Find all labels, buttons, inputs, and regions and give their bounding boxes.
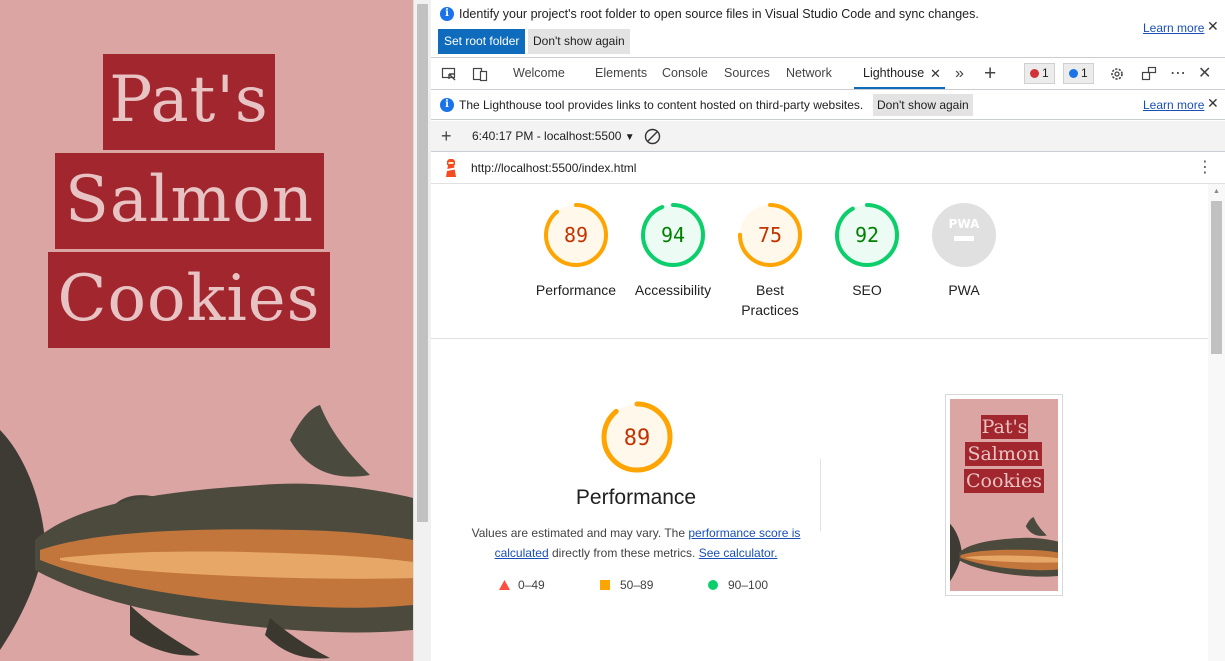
gauge-seo-value: 92	[855, 223, 879, 247]
report-url: http://localhost:5500/index.html	[471, 161, 637, 175]
new-report-icon[interactable]: +	[441, 126, 452, 146]
page-preview: Pat's Salmon Cookies	[0, 0, 413, 661]
performance-title: Performance	[575, 486, 697, 509]
see-calculator-link[interactable]: See calculator.	[699, 546, 778, 560]
report-scrollbar-thumb[interactable]	[1211, 201, 1222, 354]
performance-description: Values are estimated and may vary. The p…	[471, 526, 801, 560]
close-icon[interactable]: ✕	[1207, 95, 1219, 112]
devtools-panel: i Identify your project's root folder to…	[431, 0, 1225, 661]
tab-sources[interactable]: Sources	[724, 58, 770, 89]
lighthouse-toolbar: + 6:40:17 PM - localhost:5500 ▼	[431, 121, 1225, 152]
report-url-bar: http://localhost:5500/index.html ⋮	[431, 152, 1225, 184]
fail-triangle-icon	[499, 580, 510, 590]
lighthouse-report: 89 Performance 94 Accessibility 75 Best Pract…	[431, 184, 1208, 661]
tab-network[interactable]: Network	[786, 58, 832, 89]
close-icon[interactable]: ✕	[1207, 18, 1219, 35]
vscode-infobar: i Identify your project's root folder to…	[431, 0, 1225, 58]
score-gauge-seo[interactable]: 92 SEO	[817, 202, 917, 300]
gauge-pwa-ring: PWA	[932, 203, 996, 267]
report-menu-icon[interactable]: ⋮	[1197, 158, 1213, 178]
score-label-performance: Performance	[535, 282, 617, 298]
divider	[820, 459, 821, 531]
score-gauge-accessibility[interactable]: 94 Accessibility	[623, 202, 723, 300]
learn-more-link[interactable]: Learn more	[1143, 98, 1204, 112]
legend-fail: 0–49	[499, 578, 545, 592]
dropdown-arrow-icon: ▼	[624, 132, 635, 143]
report-selector[interactable]: 6:40:17 PM - localhost:5500 ▼	[472, 129, 635, 143]
devtools-tabbar: Welcome Elements Console Sources Network…	[431, 58, 1225, 90]
thumb-title-line-1: Pat's	[981, 415, 1028, 439]
tab-console[interactable]: Console	[662, 58, 708, 89]
performance-large-ring: 89	[601, 401, 673, 473]
thumb-title-line-3: Cookies	[964, 469, 1044, 493]
gauge-pwa-badge-text: PWA	[949, 217, 980, 231]
clear-all-icon[interactable]	[644, 128, 661, 145]
gauge-pwa-na-dash	[954, 236, 974, 241]
gauge-best-practices-value: 75	[758, 223, 782, 247]
gauge-performance-value: 89	[564, 223, 588, 247]
lighthouse-infobar: i The Lighthouse tool provides links to …	[431, 91, 1225, 120]
info-icon: i	[440, 98, 454, 112]
title-line-1: Pat's	[103, 54, 275, 150]
gauge-accessibility-value: 94	[661, 223, 685, 247]
add-tab-icon[interactable]: +	[984, 58, 996, 89]
legend-average: 50–89	[600, 578, 653, 592]
pass-circle-icon	[708, 580, 718, 590]
close-tab-icon[interactable]: ✕	[930, 58, 941, 89]
customize-icon[interactable]	[1141, 66, 1157, 82]
title-line-2: Salmon	[55, 153, 324, 249]
score-label-accessibility: Accessibility	[634, 282, 712, 298]
legend-pass: 90–100	[708, 578, 768, 592]
issues-badge[interactable]: 1	[1063, 63, 1094, 84]
set-root-folder-button[interactable]: Set root folder	[438, 29, 526, 54]
average-square-icon	[600, 580, 610, 590]
gauge-seo-ring: 92	[835, 203, 899, 267]
title-line-3: Cookies	[48, 252, 330, 348]
more-tabs-icon[interactable]: »	[955, 58, 964, 89]
lighthouse-logo-icon	[446, 159, 456, 177]
performance-gauge-large: 89	[572, 400, 702, 477]
score-label-best-practices: Best Practices	[741, 282, 799, 318]
report-scrollbar[interactable]: ▲	[1208, 184, 1225, 661]
score-label-seo: SEO	[852, 282, 882, 298]
final-screenshot-thumbnail[interactable]: Pat's Salmon Cookies	[945, 394, 1063, 596]
page-scrollbar[interactable]	[413, 0, 431, 661]
tab-welcome[interactable]: Welcome	[513, 58, 565, 89]
gauge-best-practices-ring: 75	[738, 203, 802, 267]
gauge-pwa-badge-bg	[932, 203, 996, 267]
scroll-up-icon[interactable]: ▲	[1213, 188, 1220, 195]
score-gauge-best-practices[interactable]: 75 Best Practices	[720, 202, 820, 320]
thumb-salmon-image	[950, 517, 1058, 582]
tab-elements[interactable]: Elements	[595, 58, 647, 89]
score-gauge-pwa[interactable]: PWA PWA	[914, 202, 1014, 300]
device-emulation-icon[interactable]	[472, 66, 488, 82]
inspect-element-icon[interactable]	[441, 66, 457, 82]
gauge-accessibility-ring: 94	[641, 203, 705, 267]
dont-show-again-button[interactable]: Don't show again	[873, 94, 973, 116]
infobar-message: Identify your project's root folder to o…	[459, 7, 979, 21]
error-icon	[1030, 69, 1039, 78]
learn-more-link[interactable]: Learn more	[1143, 21, 1204, 35]
issue-icon	[1069, 69, 1078, 78]
divider	[431, 338, 1208, 339]
thumb-title-line-2: Salmon	[965, 442, 1042, 466]
info-icon: i	[440, 7, 454, 21]
infobar-message: The Lighthouse tool provides links to co…	[459, 98, 864, 112]
salmon-image	[0, 405, 413, 659]
gauge-performance-ring: 89	[544, 203, 608, 267]
score-label-pwa: PWA	[948, 282, 980, 298]
errors-badge[interactable]: 1	[1024, 63, 1055, 84]
score-gauge-performance[interactable]: 89 Performance	[526, 202, 626, 300]
performance-large-value: 89	[624, 426, 651, 451]
close-devtools-icon[interactable]: ✕	[1198, 58, 1211, 89]
dont-show-again-button[interactable]: Don't show again	[528, 29, 630, 54]
page-scrollbar-thumb[interactable]	[417, 4, 428, 522]
settings-gear-icon[interactable]	[1109, 66, 1125, 82]
more-options-icon[interactable]: ⋯	[1170, 58, 1186, 89]
